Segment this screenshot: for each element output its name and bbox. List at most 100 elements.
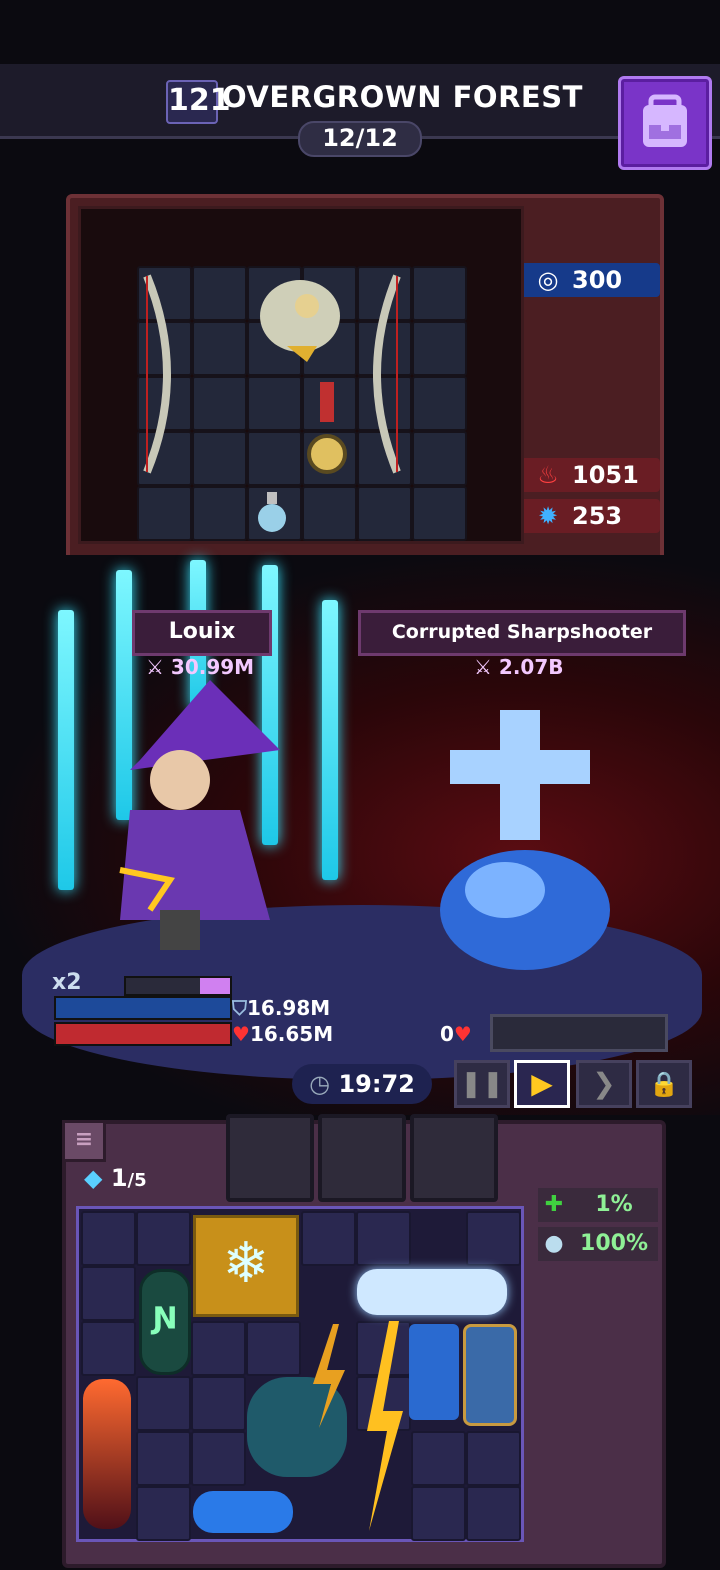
inventory-slot[interactable] bbox=[191, 1321, 246, 1376]
lock-icon: 🔒 bbox=[649, 1070, 679, 1098]
player-shield-bar bbox=[54, 996, 232, 1020]
play-button[interactable]: ▶ bbox=[514, 1060, 570, 1108]
enemy-speed-stat: ◎ 300 bbox=[524, 263, 660, 297]
spectral-sword-icon bbox=[58, 610, 74, 890]
enemy-attack-stat: ♨ 1051 bbox=[524, 458, 660, 492]
enemy-health-bar bbox=[490, 1014, 668, 1052]
battle-timer: ◷ 19:72 bbox=[292, 1064, 432, 1104]
shield-item[interactable] bbox=[463, 1324, 517, 1426]
inventory-slot[interactable] bbox=[136, 1376, 191, 1431]
orb-bonus: ● 100% bbox=[538, 1227, 658, 1261]
menu-button[interactable]: ≡ bbox=[62, 1120, 106, 1162]
player-name-plate: Louix bbox=[132, 610, 272, 656]
backpack-icon bbox=[643, 94, 687, 147]
enemy-item-slot[interactable] bbox=[412, 431, 467, 486]
medal-item-icon bbox=[307, 382, 347, 474]
heart-icon: ♥ bbox=[453, 1022, 472, 1046]
inventory-grid: ❄ Ɲ bbox=[76, 1206, 524, 1542]
player-name: Louix bbox=[168, 619, 236, 644]
menu-icon: ≡ bbox=[74, 1127, 94, 1152]
player-power: ⚔ 30.99M bbox=[146, 655, 254, 679]
potion-item-icon bbox=[258, 492, 286, 532]
player-health-bar bbox=[54, 1022, 232, 1046]
frost-shield-item[interactable]: ❄ bbox=[193, 1215, 299, 1317]
enemy-item-slot[interactable] bbox=[412, 321, 467, 376]
inventory-slot[interactable] bbox=[466, 1211, 521, 1266]
plus-icon: ✚ bbox=[544, 1192, 564, 1217]
enemy-health: 0♥ bbox=[440, 1022, 472, 1046]
heart-icon: ♥ bbox=[232, 1022, 250, 1046]
level-badge: 121 bbox=[166, 80, 231, 124]
player-character bbox=[119, 680, 280, 950]
inventory-slot[interactable] bbox=[81, 1211, 136, 1266]
snowflake-icon: ❄ bbox=[222, 1231, 270, 1296]
play-icon: ▶ bbox=[531, 1067, 553, 1100]
enemy-power-value: 2.07B bbox=[498, 655, 564, 679]
inventory-slot[interactable] bbox=[466, 1486, 521, 1541]
enemy-item-slot[interactable] bbox=[412, 376, 467, 431]
enemy-grave bbox=[440, 710, 610, 970]
enemy-item-slot[interactable] bbox=[412, 486, 467, 541]
pet-slot-3[interactable] bbox=[410, 1114, 498, 1202]
ice-crystal-item[interactable] bbox=[409, 1324, 459, 1420]
pause-button[interactable]: ❚❚ bbox=[454, 1060, 510, 1108]
enemy-item-slot[interactable] bbox=[247, 431, 302, 486]
inventory-slot[interactable] bbox=[191, 1376, 246, 1431]
sword-icon: ⚔ bbox=[146, 655, 164, 679]
locked-speed-button[interactable]: 🔒 bbox=[636, 1060, 692, 1108]
player-mana-bar bbox=[124, 976, 232, 996]
enemy-item-slot[interactable] bbox=[137, 486, 192, 541]
inventory-slot[interactable] bbox=[466, 1431, 521, 1486]
inventory-slot[interactable] bbox=[411, 1431, 466, 1486]
shield-icon: ⛉ bbox=[232, 996, 247, 1020]
fire-icon: ♨ bbox=[537, 461, 559, 489]
chevron-right-icon: ❯ bbox=[592, 1067, 616, 1100]
wave-item[interactable] bbox=[193, 1491, 293, 1533]
inventory-slot[interactable] bbox=[356, 1211, 411, 1266]
pet-slot-2[interactable] bbox=[318, 1114, 406, 1202]
gear-icon: ✹ bbox=[537, 502, 559, 530]
enemy-name: Corrupted Sharpshooter bbox=[391, 621, 653, 643]
griffin-item-icon bbox=[260, 280, 340, 362]
bow-item-icon bbox=[143, 274, 171, 474]
enemy-item-slot[interactable] bbox=[192, 321, 247, 376]
enemy-item-slot[interactable] bbox=[412, 266, 467, 321]
inventory-slot[interactable] bbox=[301, 1211, 356, 1266]
enemy-item-slot[interactable] bbox=[247, 376, 302, 431]
inventory-slot[interactable] bbox=[136, 1486, 191, 1541]
fire-totem-item[interactable] bbox=[83, 1379, 131, 1529]
inventory-slot[interactable] bbox=[411, 1486, 466, 1541]
enemy-defense-stat: ✹ 253 bbox=[524, 499, 660, 533]
lightning-item[interactable] bbox=[303, 1324, 353, 1428]
enemy-item-slot[interactable] bbox=[192, 376, 247, 431]
clock-icon: ◷ bbox=[309, 1070, 331, 1098]
inventory-slot[interactable] bbox=[136, 1211, 191, 1266]
inventory-slot[interactable] bbox=[136, 1431, 191, 1486]
inventory-slot[interactable] bbox=[81, 1266, 136, 1321]
heal-bonus: ✚ 1% bbox=[538, 1188, 658, 1222]
enemy-item-slot[interactable] bbox=[302, 486, 357, 541]
lightning-item[interactable] bbox=[359, 1321, 409, 1531]
enemy-item-slot[interactable] bbox=[357, 486, 412, 541]
enemy-item-slot[interactable] bbox=[192, 266, 247, 321]
sword-icon: ⚔ bbox=[474, 655, 492, 679]
lightning-icon bbox=[313, 1324, 345, 1428]
pause-icon: ❚❚ bbox=[460, 1069, 504, 1099]
gem-counter: ◆ 1/5 bbox=[84, 1164, 147, 1192]
rune-icon: Ɲ bbox=[152, 1301, 178, 1336]
pet-slot-1[interactable] bbox=[226, 1114, 314, 1202]
fast-forward-button[interactable]: ❯ bbox=[576, 1060, 632, 1108]
enemy-item-slot[interactable] bbox=[192, 486, 247, 541]
cloud-item[interactable] bbox=[357, 1269, 507, 1315]
inventory-slot[interactable] bbox=[191, 1431, 246, 1486]
backpack-button[interactable] bbox=[618, 76, 712, 170]
zone-title: OVERGROWN FOREST bbox=[222, 80, 583, 114]
enemy-item-grid bbox=[78, 206, 524, 544]
enemy-item-slot[interactable] bbox=[192, 431, 247, 486]
inventory-slot[interactable] bbox=[81, 1321, 136, 1376]
wave-counter: 12/12 bbox=[298, 121, 422, 157]
enemy-name-plate: Corrupted Sharpshooter bbox=[358, 610, 686, 656]
player-health: ♥16.65M bbox=[232, 1022, 334, 1046]
rune-stone-item[interactable]: Ɲ bbox=[139, 1269, 191, 1375]
inventory-slot[interactable] bbox=[246, 1321, 301, 1376]
